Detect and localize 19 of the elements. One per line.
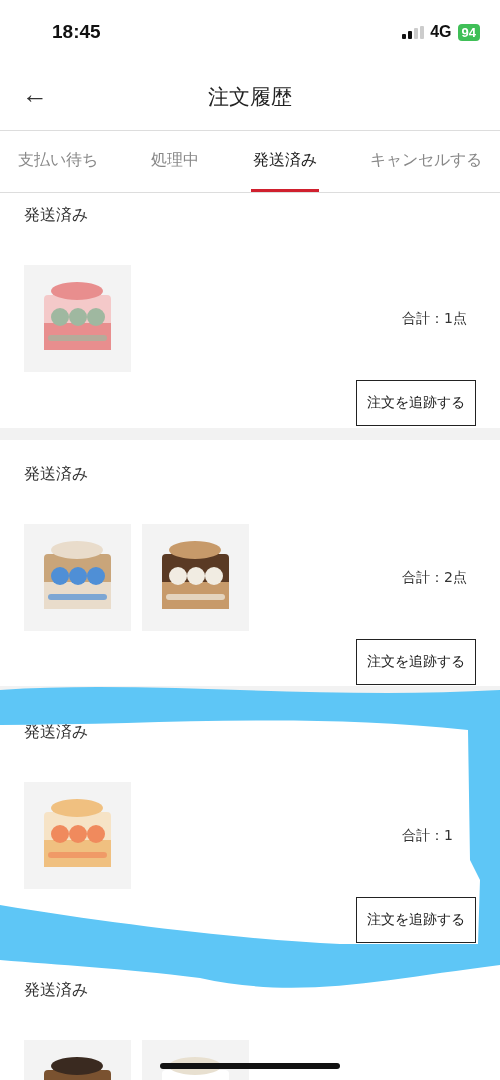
order-status: 発送済み bbox=[24, 980, 89, 1001]
signal-icon bbox=[402, 25, 425, 39]
back-button[interactable]: ← bbox=[18, 79, 52, 110]
track-order-button[interactable]: 注文を追跡する bbox=[356, 897, 476, 943]
tab[interactable]: 支払い待ち bbox=[16, 131, 100, 192]
track-order-button[interactable]: 注文を追跡する bbox=[356, 380, 476, 426]
order-status: 発送済み bbox=[24, 464, 89, 485]
status-time: 18:45 bbox=[52, 21, 101, 43]
order-total: 合計：1 bbox=[402, 826, 454, 845]
order-total: 合計：2点 bbox=[402, 568, 468, 587]
tab[interactable]: 処理中 bbox=[149, 131, 202, 192]
tab[interactable]: キャンセルする bbox=[368, 131, 484, 192]
order-status: 発送済み bbox=[24, 205, 89, 226]
track-order-button[interactable]: 注文を追跡する bbox=[356, 639, 476, 685]
page-title: 注文履歴 bbox=[208, 84, 292, 111]
network-label: 4G bbox=[430, 23, 452, 41]
battery-indicator: 94 bbox=[457, 23, 480, 41]
order-status: 発送済み bbox=[24, 722, 89, 743]
order-total: 合計：1点 bbox=[402, 309, 468, 328]
